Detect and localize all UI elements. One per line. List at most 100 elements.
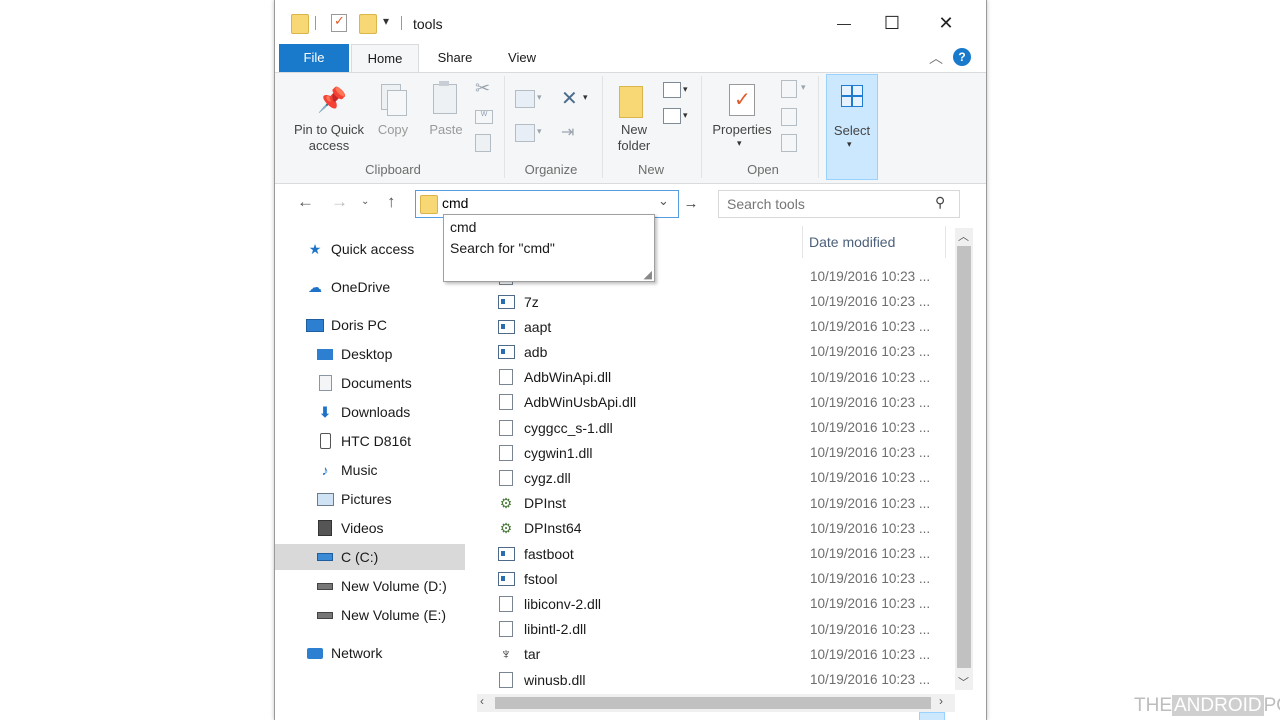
search-box[interactable]: ⚲ [718, 190, 960, 218]
chevron-up-icon[interactable]: ︿ [929, 48, 943, 68]
copy-label: Copy [377, 122, 409, 137]
autocomplete-item[interactable]: Search for "cmd" [450, 240, 555, 256]
details-view-icon[interactable] [919, 712, 945, 720]
nav-drive-d[interactable]: New Volume (D:) [281, 573, 471, 599]
nav-downloads[interactable]: ⬇ Downloads [281, 399, 471, 425]
easy-access-icon[interactable] [663, 108, 681, 124]
address-input[interactable] [442, 193, 642, 213]
delete-icon[interactable]: ✕ [561, 86, 578, 111]
divider [315, 16, 316, 30]
nav-music[interactable]: ♪ Music [281, 457, 471, 483]
pin-icon: 📌 [317, 87, 347, 114]
file-row[interactable]: ♆ tar 10/19/2016 10:23 ... [492, 642, 952, 667]
paste-shortcut-icon[interactable] [475, 134, 491, 152]
nav-label: Music [341, 462, 378, 478]
up-button[interactable]: ↑ [387, 192, 396, 212]
scroll-down-icon[interactable]: ﹀ [958, 674, 969, 690]
file-row[interactable]: cygwin1.dll 10/19/2016 10:23 ... [492, 440, 952, 465]
file-row[interactable]: 7z 10/19/2016 10:23 ... [492, 289, 952, 314]
drive-icon [315, 611, 335, 619]
back-button[interactable]: ← [297, 192, 314, 212]
recent-locations-button[interactable]: ⌄ [361, 196, 369, 207]
scroll-right-icon[interactable]: › [939, 694, 943, 708]
properties-button[interactable]: ✓ Properties ▾ [707, 82, 777, 156]
file-row[interactable]: cygz.dll 10/19/2016 10:23 ... [492, 465, 952, 490]
forward-button[interactable]: → [331, 192, 348, 212]
nav-label: New Volume (D:) [341, 578, 447, 594]
nav-phone[interactable]: HTC D816t [281, 428, 471, 454]
paste-icon [433, 84, 457, 114]
nav-label: HTC D816t [341, 433, 412, 449]
application-icon [497, 546, 515, 561]
file-date: 10/19/2016 10:23 ... [810, 470, 931, 486]
nav-network[interactable]: Network [281, 640, 471, 666]
address-autocomplete-dropdown: cmd Search for "cmd" ◢ [443, 214, 655, 282]
copy-path-icon[interactable]: W [475, 110, 493, 124]
copy-button[interactable]: Copy [371, 84, 415, 144]
dll-file-icon [499, 469, 513, 486]
select-button[interactable]: Select ▾ [826, 74, 878, 180]
network-icon [305, 647, 325, 659]
folder-icon[interactable] [291, 14, 309, 34]
file-row[interactable]: libiconv-2.dll 10/19/2016 10:23 ... [492, 591, 952, 616]
cloud-icon: ☁ [308, 278, 322, 295]
chevron-down-icon: ▾ [847, 139, 852, 149]
history-icon[interactable] [781, 134, 797, 152]
nav-drive-e[interactable]: New Volume (E:) [281, 602, 471, 628]
move-to-icon[interactable] [515, 90, 535, 108]
file-row[interactable]: ⚙ DPInst64 10/19/2016 10:23 ... [492, 516, 952, 541]
chevron-down-icon[interactable]: ⌄ [658, 193, 669, 209]
new-folder-button[interactable]: New folder [609, 82, 659, 156]
scroll-left-icon[interactable]: ‹ [480, 694, 484, 708]
tab-view[interactable]: View [495, 44, 549, 72]
qat-dropdown-icon[interactable]: ▾ [383, 14, 389, 28]
column-header-date-modified[interactable]: Date modified [802, 226, 949, 258]
open-icon[interactable] [781, 80, 797, 98]
search-input[interactable] [727, 194, 927, 214]
tab-share[interactable]: Share [425, 44, 485, 72]
maximize-button[interactable]: ☐ [869, 8, 915, 38]
folder-icon [420, 195, 438, 214]
file-row[interactable]: AdbWinApi.dll 10/19/2016 10:23 ... [492, 365, 952, 390]
paste-button[interactable]: Paste [421, 81, 471, 144]
file-row[interactable]: ⚙ DPInst 10/19/2016 10:23 ... [492, 491, 952, 516]
tab-home[interactable]: Home [351, 44, 419, 73]
new-folder-icon [619, 86, 643, 118]
cut-icon[interactable]: ✂ [475, 78, 490, 99]
properties-qat-icon[interactable]: ✓ [331, 13, 347, 32]
nav-documents[interactable]: Documents [281, 370, 471, 396]
nav-this-pc[interactable]: Doris PC [281, 312, 471, 338]
chevron-down-icon: ▾ [737, 138, 742, 148]
file-row[interactable]: libintl-2.dll 10/19/2016 10:23 ... [492, 617, 952, 642]
go-button[interactable]: → [679, 190, 703, 218]
tab-file[interactable]: File [279, 44, 349, 72]
rename-icon[interactable]: ⇥ [561, 122, 574, 142]
resize-grip-icon[interactable]: ◢ [644, 268, 652, 281]
edit-icon[interactable] [781, 108, 797, 126]
close-button[interactable]: ✕ [923, 8, 969, 38]
nav-drive-c[interactable]: C (C:) [275, 544, 465, 570]
dll-file-icon [499, 394, 513, 411]
new-item-icon[interactable] [663, 82, 681, 98]
horizontal-scroll-thumb[interactable] [495, 697, 931, 709]
scroll-up-icon[interactable]: ︿ [958, 228, 969, 244]
file-row[interactable]: fstool 10/19/2016 10:23 ... [492, 566, 952, 591]
file-row[interactable]: fastboot 10/19/2016 10:23 ... [492, 541, 952, 566]
nav-videos[interactable]: Videos [281, 515, 471, 541]
file-row[interactable]: adb 10/19/2016 10:23 ... [492, 339, 952, 364]
help-icon[interactable]: ? [953, 48, 971, 66]
autocomplete-item[interactable]: cmd [450, 219, 476, 235]
file-row[interactable]: cyggcc_s-1.dll 10/19/2016 10:23 ... [492, 415, 952, 440]
new-folder-qat-icon[interactable] [359, 14, 377, 34]
pin-to-quick-access-button[interactable]: 📌 Pin to Quick access [289, 84, 369, 156]
copy-to-icon[interactable] [515, 124, 535, 142]
file-date: 10/19/2016 10:23 ... [810, 319, 931, 335]
file-row[interactable]: aapt 10/19/2016 10:23 ... [492, 314, 952, 339]
file-row[interactable]: winusb.dll 10/19/2016 10:23 ... [492, 667, 952, 692]
search-icon[interactable]: ⚲ [935, 194, 945, 211]
nav-pictures[interactable]: Pictures [281, 486, 471, 512]
nav-desktop[interactable]: Desktop [281, 341, 471, 367]
vertical-scroll-thumb[interactable] [957, 246, 971, 668]
minimize-button[interactable]: — [821, 8, 867, 38]
file-row[interactable]: AdbWinUsbApi.dll 10/19/2016 10:23 ... [492, 390, 952, 415]
